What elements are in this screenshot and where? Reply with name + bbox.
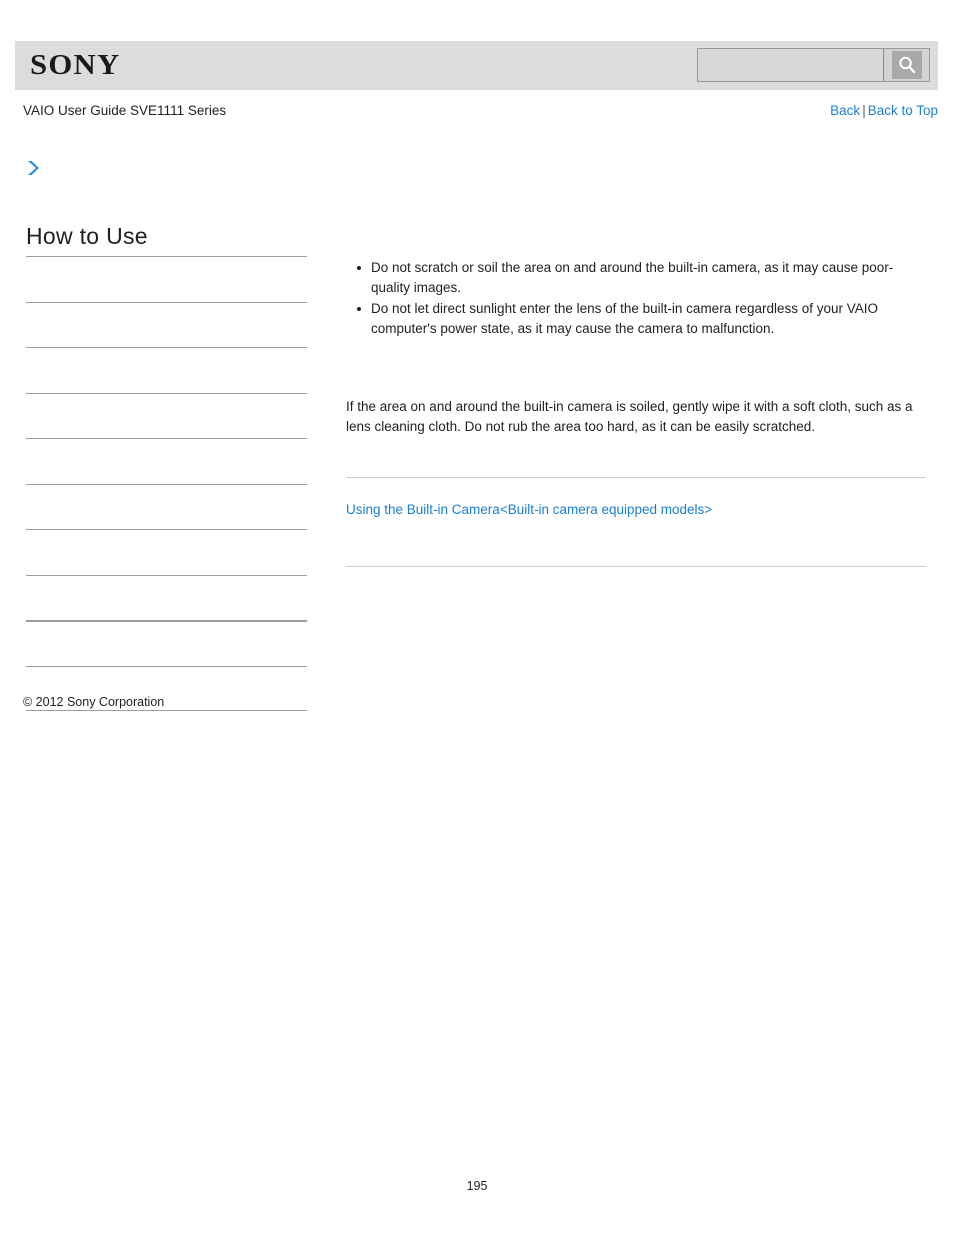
sidebar-nav-list <box>26 256 307 711</box>
sidebar-heading: How to Use <box>26 223 148 249</box>
search-input[interactable] <box>698 49 883 81</box>
chevron-right-icon[interactable] <box>25 158 43 178</box>
back-link[interactable]: Back <box>830 103 860 118</box>
site-header: SONY <box>15 41 938 90</box>
sidebar-item-8[interactable] <box>26 574 307 621</box>
header-nav: Back | Back to Top <box>830 102 938 120</box>
search-icon <box>891 51 922 79</box>
sidebar-item-6[interactable] <box>26 483 307 530</box>
bullet-item: Do not scratch or soil the area on and a… <box>357 258 926 298</box>
sony-logo: SONY <box>30 49 121 81</box>
sidebar: How to Use <box>23 158 313 711</box>
content-divider-top <box>346 477 926 478</box>
content-divider-bottom <box>346 566 926 567</box>
main-content: Do not scratch or soil the area on and a… <box>346 258 926 567</box>
copyright-notice: © 2012 Sony Corporation <box>23 695 165 709</box>
search-box[interactable] <box>697 48 930 82</box>
page-title: VAIO User Guide SVE1111 Series <box>23 103 227 118</box>
sidebar-item-9[interactable] <box>26 620 307 666</box>
sidebar-item-4[interactable] <box>26 392 307 439</box>
bullet-item: Do not let direct sunlight enter the len… <box>357 299 926 339</box>
body-paragraph: If the area on and around the built-in c… <box>346 399 913 434</box>
sidebar-item-7[interactable] <box>26 529 307 575</box>
sidebar-item-2[interactable] <box>26 301 307 348</box>
search-button[interactable] <box>883 49 929 81</box>
back-to-top-link[interactable]: Back to Top <box>868 103 938 118</box>
sidebar-item-5[interactable] <box>26 438 307 484</box>
page-number: 195 <box>466 1179 488 1193</box>
sidebar-item-1[interactable] <box>26 256 307 302</box>
notes-bullet-list: Do not scratch or soil the area on and a… <box>346 258 926 339</box>
nav-separator: | <box>862 103 866 118</box>
title-row: VAIO User Guide SVE1111 Series Back | Back… <box>23 102 938 122</box>
sidebar-item-3[interactable] <box>26 347 307 393</box>
related-topic-link[interactable]: Using the Built-in Camera<Built-in camer… <box>346 500 926 520</box>
